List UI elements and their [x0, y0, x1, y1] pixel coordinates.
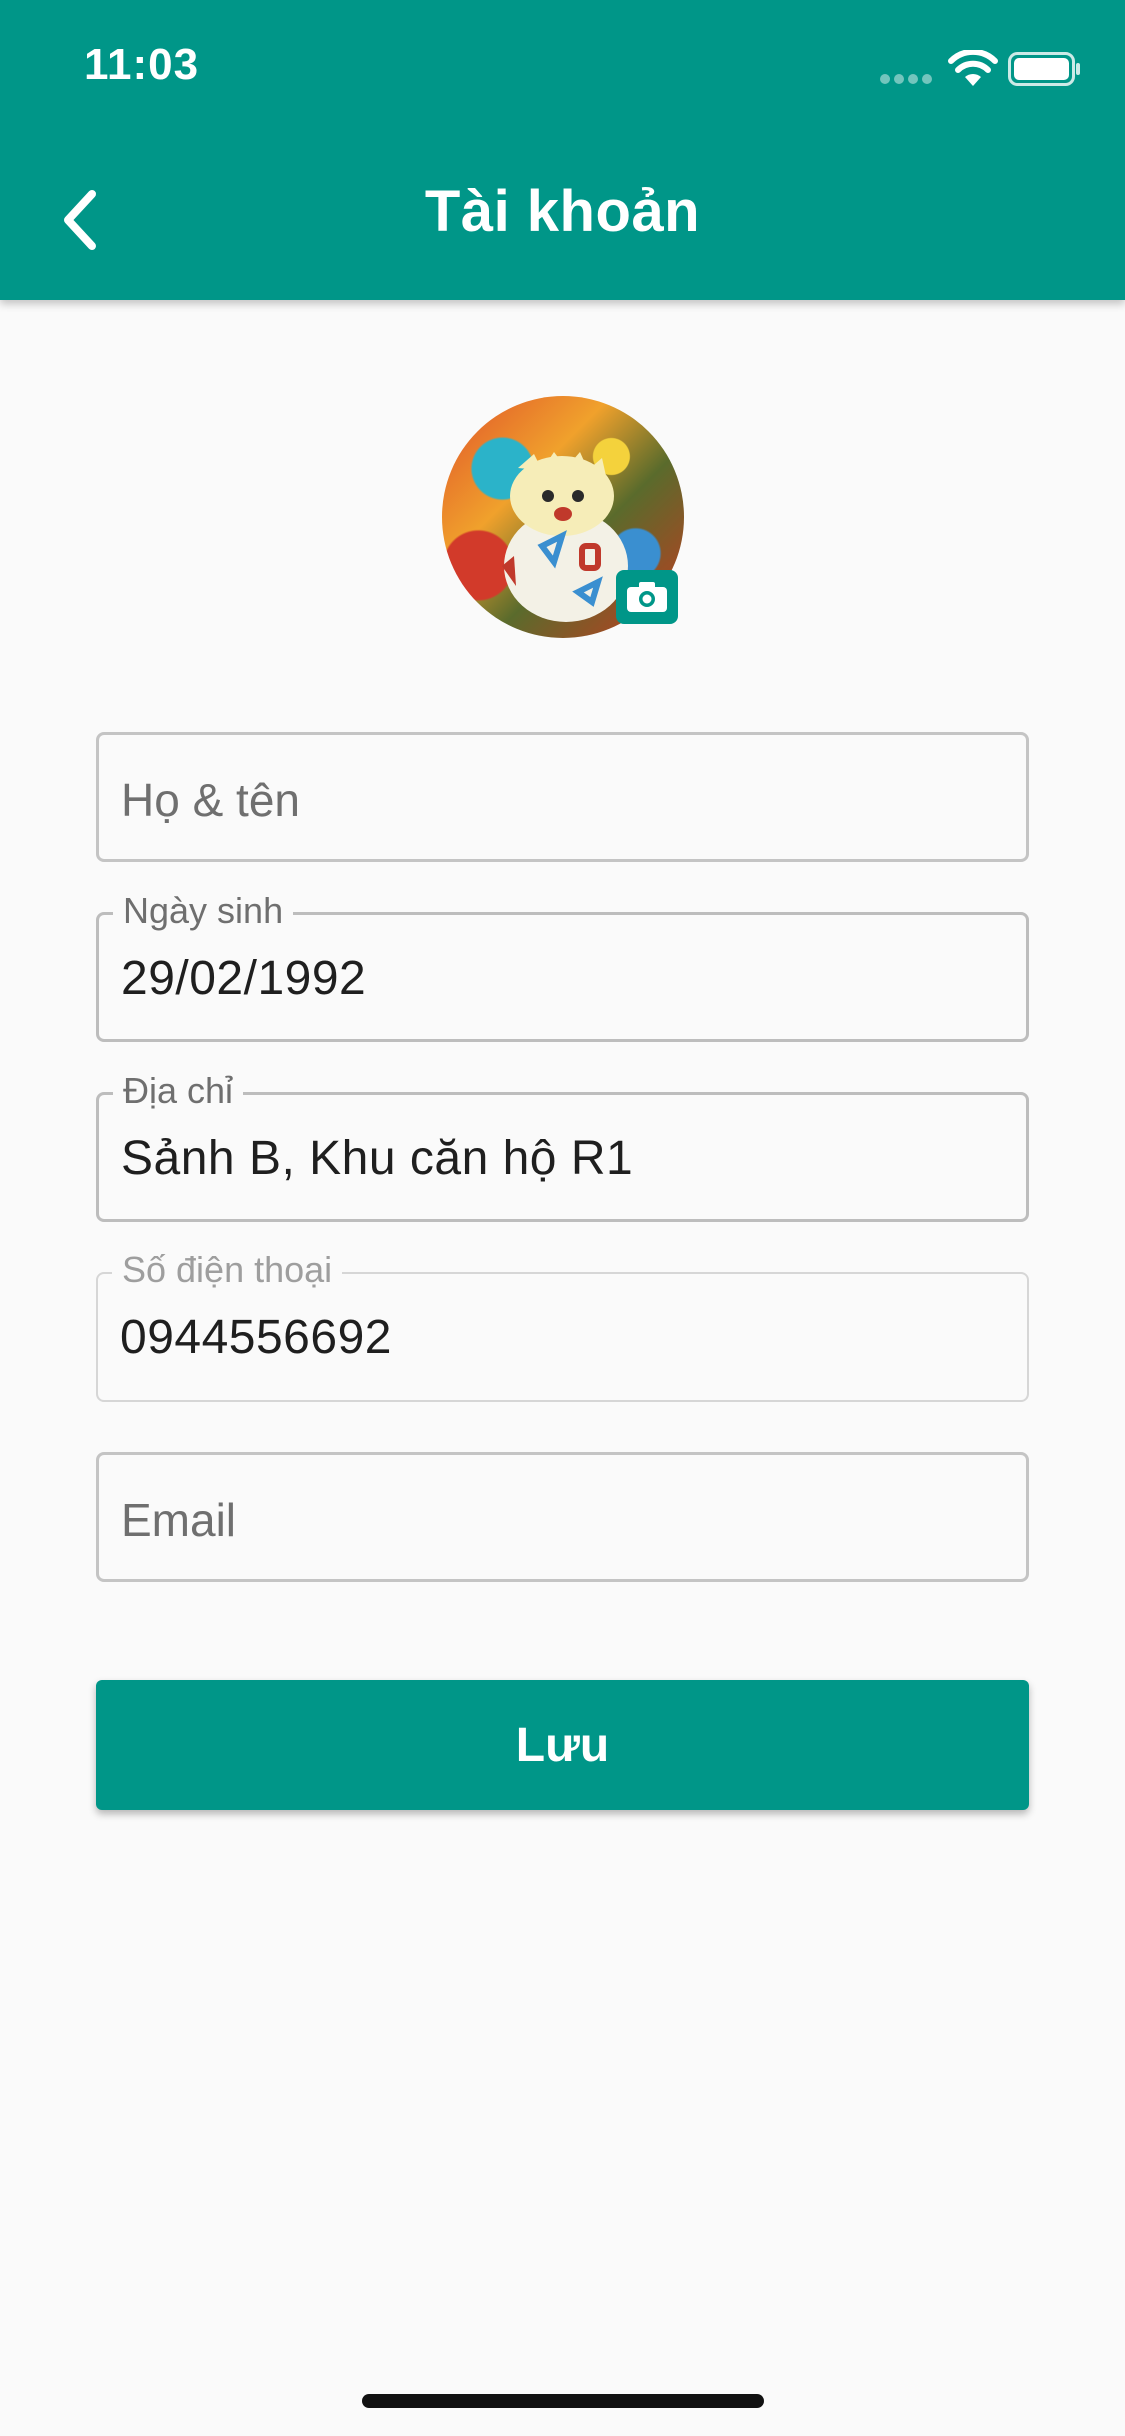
- page-title: Tài khoản: [424, 179, 701, 244]
- address-field[interactable]: Địa chỉ Sảnh B, Khu căn hộ R1: [96, 1069, 1029, 1222]
- full-name-placeholder: Họ & tên: [121, 774, 300, 826]
- change-avatar-button[interactable]: [616, 570, 678, 624]
- account-screen: 11:03 Tài khoản Họ & tên Ngày sinh 29/02…: [0, 0, 1125, 2436]
- address-label: Địa chỉ: [113, 1069, 244, 1113]
- phone-field: Số điện thoại 0944556692: [96, 1248, 1029, 1402]
- email-field[interactable]: Email: [96, 1452, 1029, 1582]
- email-placeholder: Email: [121, 1494, 237, 1546]
- birthday-value: 29/02/1992: [121, 952, 367, 1005]
- wifi-icon: [948, 50, 998, 86]
- camera-icon: [627, 582, 667, 612]
- phone-label: Số điện thoại: [112, 1248, 343, 1292]
- save-button[interactable]: Lưu: [96, 1680, 1029, 1810]
- avatar-picker[interactable]: [442, 396, 684, 638]
- status-time: 11:03: [84, 40, 200, 89]
- birthday-label: Ngày sinh: [113, 889, 294, 933]
- address-value: Sảnh B, Khu căn hộ R1: [121, 1132, 634, 1185]
- full-name-field[interactable]: Họ & tên: [96, 732, 1029, 862]
- cellular-signal-icon: [880, 74, 934, 84]
- phone-value: 0944556692: [120, 1311, 392, 1364]
- app-header: 11:03 Tài khoản: [0, 0, 1125, 300]
- home-indicator: [362, 2394, 764, 2408]
- birthday-field[interactable]: Ngày sinh 29/02/1992: [96, 889, 1029, 1042]
- battery-icon: [1008, 52, 1080, 86]
